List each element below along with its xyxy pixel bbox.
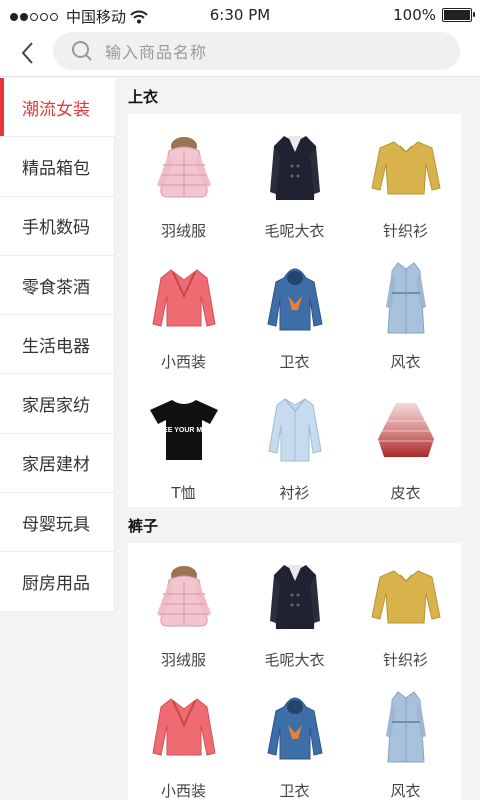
grid-item-knit-cape[interactable]: 皮衣 [350,376,461,507]
grid-item-label: 皮衣 [390,484,421,502]
grid-item-tshirt[interactable]: FREE YOUR MIND T恤 [128,376,239,507]
search-bar[interactable]: 输入商品名称 [53,32,460,70]
down-jacket-icon [156,137,211,198]
battery-percent: 100% [393,6,436,24]
wool-coat-icon [269,136,320,200]
grid-item-down-jacket[interactable]: 羽绒服 [128,114,239,245]
sidebar-item-label: 手机数码 [22,218,90,239]
sidebar-item-digital[interactable]: 手机数码 [0,196,115,256]
knit-cape-icon [377,403,434,457]
grid-item-label: 毛呢大衣 [264,222,325,240]
sidebar-item-fashion-women[interactable]: 潮流女装 [0,78,115,138]
grid-item-knit-cardigan[interactable]: 针织衫 [350,114,461,245]
grid-item-label: 衬衫 [279,484,310,502]
grid-item-hoodie[interactable]: 卫衣 [239,245,350,376]
sidebar-item-label: 母婴玩具 [22,514,90,535]
sidebar-item-kitchen[interactable]: 厨房用品 [0,552,115,612]
sidebar-item-label: 家居家纺 [22,396,90,417]
grid-item-label: 毛呢大衣 [264,651,325,669]
sidebar-item-home-textile[interactable]: 家居家纺 [0,374,115,434]
grid-item-blazer[interactable]: 小西装 [128,674,239,800]
grid-item-trench-coat[interactable]: 风衣 [350,245,461,376]
sidebar-item-bags[interactable]: 精品箱包 [0,137,115,197]
category-grid: 羽绒服 毛呢大衣 针织衫 小西装 [128,543,461,800]
search-input[interactable]: 输入商品名称 [105,39,207,63]
category-grid: 羽绒服 毛呢大衣 针织衫 小西装 [128,114,461,507]
grid-item-label: 小西装 [160,782,206,800]
grid-item-blazer[interactable]: 小西装 [128,245,239,376]
battery-icon [442,8,475,22]
category-sidebar: 潮流女装 精品箱包 手机数码 零食茶酒 生活电器 家居家纺 家居建材 母婴玩具 … [0,78,115,612]
grid-item-knit-cardigan[interactable]: 针织衫 [350,543,461,674]
grid-item-trench-coat[interactable]: 风衣 [350,674,461,800]
trench-coat-icon [385,262,426,334]
grid-item-hoodie[interactable]: 卫衣 [239,674,350,800]
trench-coat-icon [385,691,426,763]
grid-item-label: 卫衣 [279,353,310,371]
grid-item-label: 风衣 [390,782,421,800]
chevron-left-icon [21,42,33,64]
search-icon [72,41,92,61]
sidebar-item-label: 家居建材 [22,455,90,476]
sidebar-item-appliances[interactable]: 生活电器 [0,315,115,375]
grid-item-shirt[interactable]: 衬衫 [239,376,350,507]
sidebar-item-snacks[interactable]: 零食茶酒 [0,255,115,316]
grid-item-label: 卫衣 [279,782,310,800]
grid-item-wool-coat[interactable]: 毛呢大衣 [239,543,350,674]
status-bar: 中国移动 6:30 PM 100% [0,0,480,30]
grid-item-label: 针织衫 [382,222,428,240]
hoodie-icon [266,697,323,760]
sidebar-item-building[interactable]: 家居建材 [0,433,115,494]
grid-item-wool-coat[interactable]: 毛呢大衣 [239,114,350,245]
blazer-icon [151,269,216,327]
sidebar-item-label: 潮流女装 [22,99,90,120]
grid-item-down-jacket[interactable]: 羽绒服 [128,543,239,674]
down-jacket-icon [156,566,211,627]
grid-item-label: 风衣 [390,353,421,371]
shirt-icon [267,398,322,462]
knit-cardigan-icon [370,141,441,195]
grid-item-label: 小西装 [160,353,206,371]
sidebar-item-label: 精品箱包 [22,158,90,179]
blazer-icon [151,698,216,756]
grid-item-label: 羽绒服 [160,651,206,669]
sidebar-item-label: 厨房用品 [22,574,90,595]
sidebar-item-baby-toys[interactable]: 母婴玩具 [0,493,115,553]
wool-coat-icon [269,565,320,629]
grid-item-label: 针织衫 [382,651,428,669]
header: 输入商品名称 [0,30,480,77]
category-content: 上衣 羽绒服 毛呢大衣 针织衫 小西装 卫衣 风衣 FREE YOUR MIND… [115,78,480,800]
grid-item-label: T恤 [171,484,196,502]
section-title: 上衣 [128,87,159,106]
sidebar-item-label: 生活电器 [22,336,90,357]
sidebar-item-label: 零食茶酒 [22,277,90,298]
tshirt-icon: FREE YOUR MIND [149,400,218,460]
tshirt-print: FREE YOUR MIND [153,427,214,434]
knit-cardigan-icon [370,570,441,624]
back-button[interactable] [14,39,40,67]
hoodie-icon [266,268,323,331]
section-title: 裤子 [128,516,159,535]
grid-item-label: 羽绒服 [160,222,206,240]
